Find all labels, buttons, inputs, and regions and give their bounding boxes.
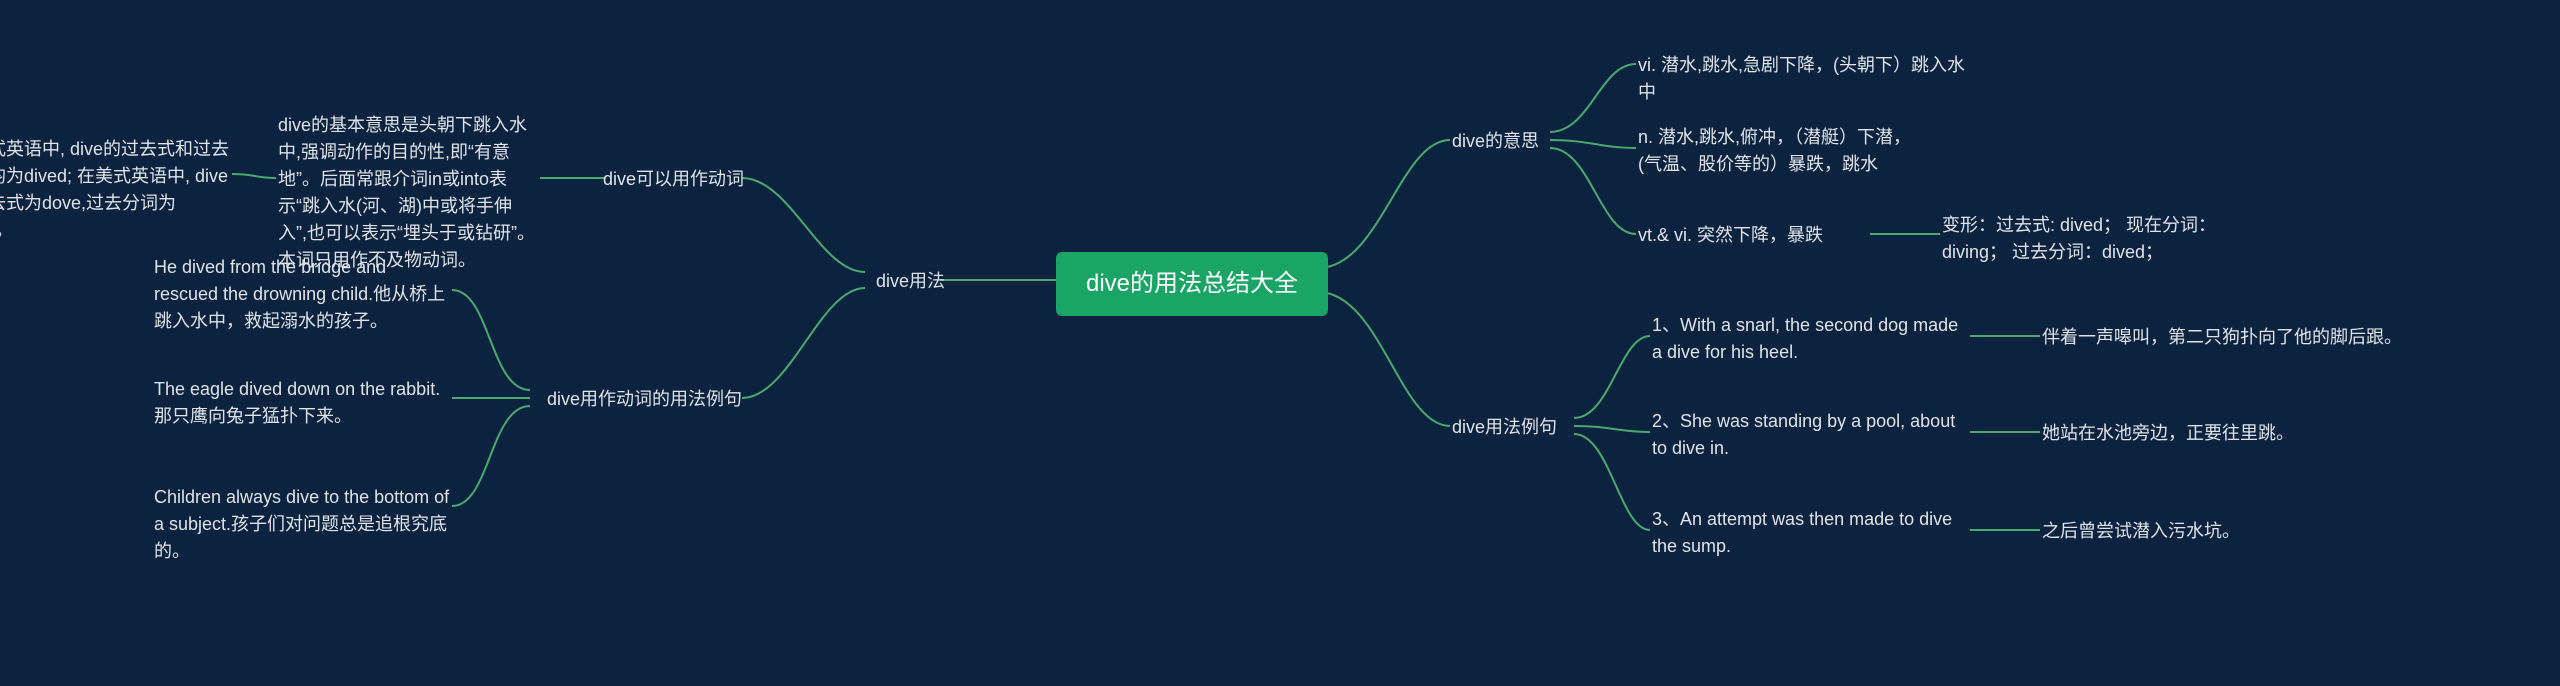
right-ex2-en: 2、She was standing by a pool, about to d…: [1652, 408, 1972, 462]
right-ex1-zh: 伴着一声嗥叫，第二只狗扑向了他的脚后跟。: [2042, 324, 2402, 351]
right-meaning-vi: vi. 潜水,跳水,急剧下降，(头朝下）跳入水中: [1638, 52, 1978, 106]
left-examples-label[interactable]: dive用作动词的用法例句: [532, 386, 742, 413]
left-ex1: He dived from the bridge and rescued the…: [154, 254, 454, 335]
right-meaning-vt: vt.& vi. 突然下降，暴跌: [1638, 222, 1868, 249]
left-verb-desc: dive的基本意思是头朝下跳入水中,强调动作的目的性,即“有意地”。后面常跟介词…: [278, 112, 538, 274]
right-ex3-en: 3、An attempt was then made to dive the s…: [1652, 506, 1972, 560]
right-meaning-n: n. 潜水,跳水,俯冲，（潜艇）下潜，(气温、股价等的）暴跌，跳水: [1638, 124, 1918, 178]
center-node[interactable]: dive的用法总结大全: [1056, 252, 1328, 316]
left-ex3: Children always dive to the bottom of a …: [154, 484, 454, 565]
mindmap-canvas: dive的用法总结大全 dive用法 dive可以用作动词 dive的基本意思是…: [0, 0, 2560, 686]
right-ex3-zh: 之后曾尝试潜入污水坑。: [2042, 518, 2362, 545]
right-ex2-zh: 她站在水池旁边，正要往里跳。: [2042, 420, 2362, 447]
right-ex1-en: 1、With a snarl, the second dog made a di…: [1652, 312, 1972, 366]
left-usage-label[interactable]: dive用法: [865, 268, 945, 295]
right-meaning-forms: 变形：过去式: dived； 现在分词：diving； 过去分词：dived；: [1942, 212, 2262, 266]
left-verb-desc2: 在英式英语中, dive的过去式和过去分词均为dived; 在美式英语中, di…: [0, 136, 232, 244]
left-ex2: The eagle dived down on the rabbit.那只鹰向兔…: [154, 376, 454, 430]
left-verb-label[interactable]: dive可以用作动词: [584, 166, 744, 193]
right-examples-label[interactable]: dive用法例句: [1452, 414, 1582, 441]
right-meaning-label[interactable]: dive的意思: [1452, 128, 1552, 155]
